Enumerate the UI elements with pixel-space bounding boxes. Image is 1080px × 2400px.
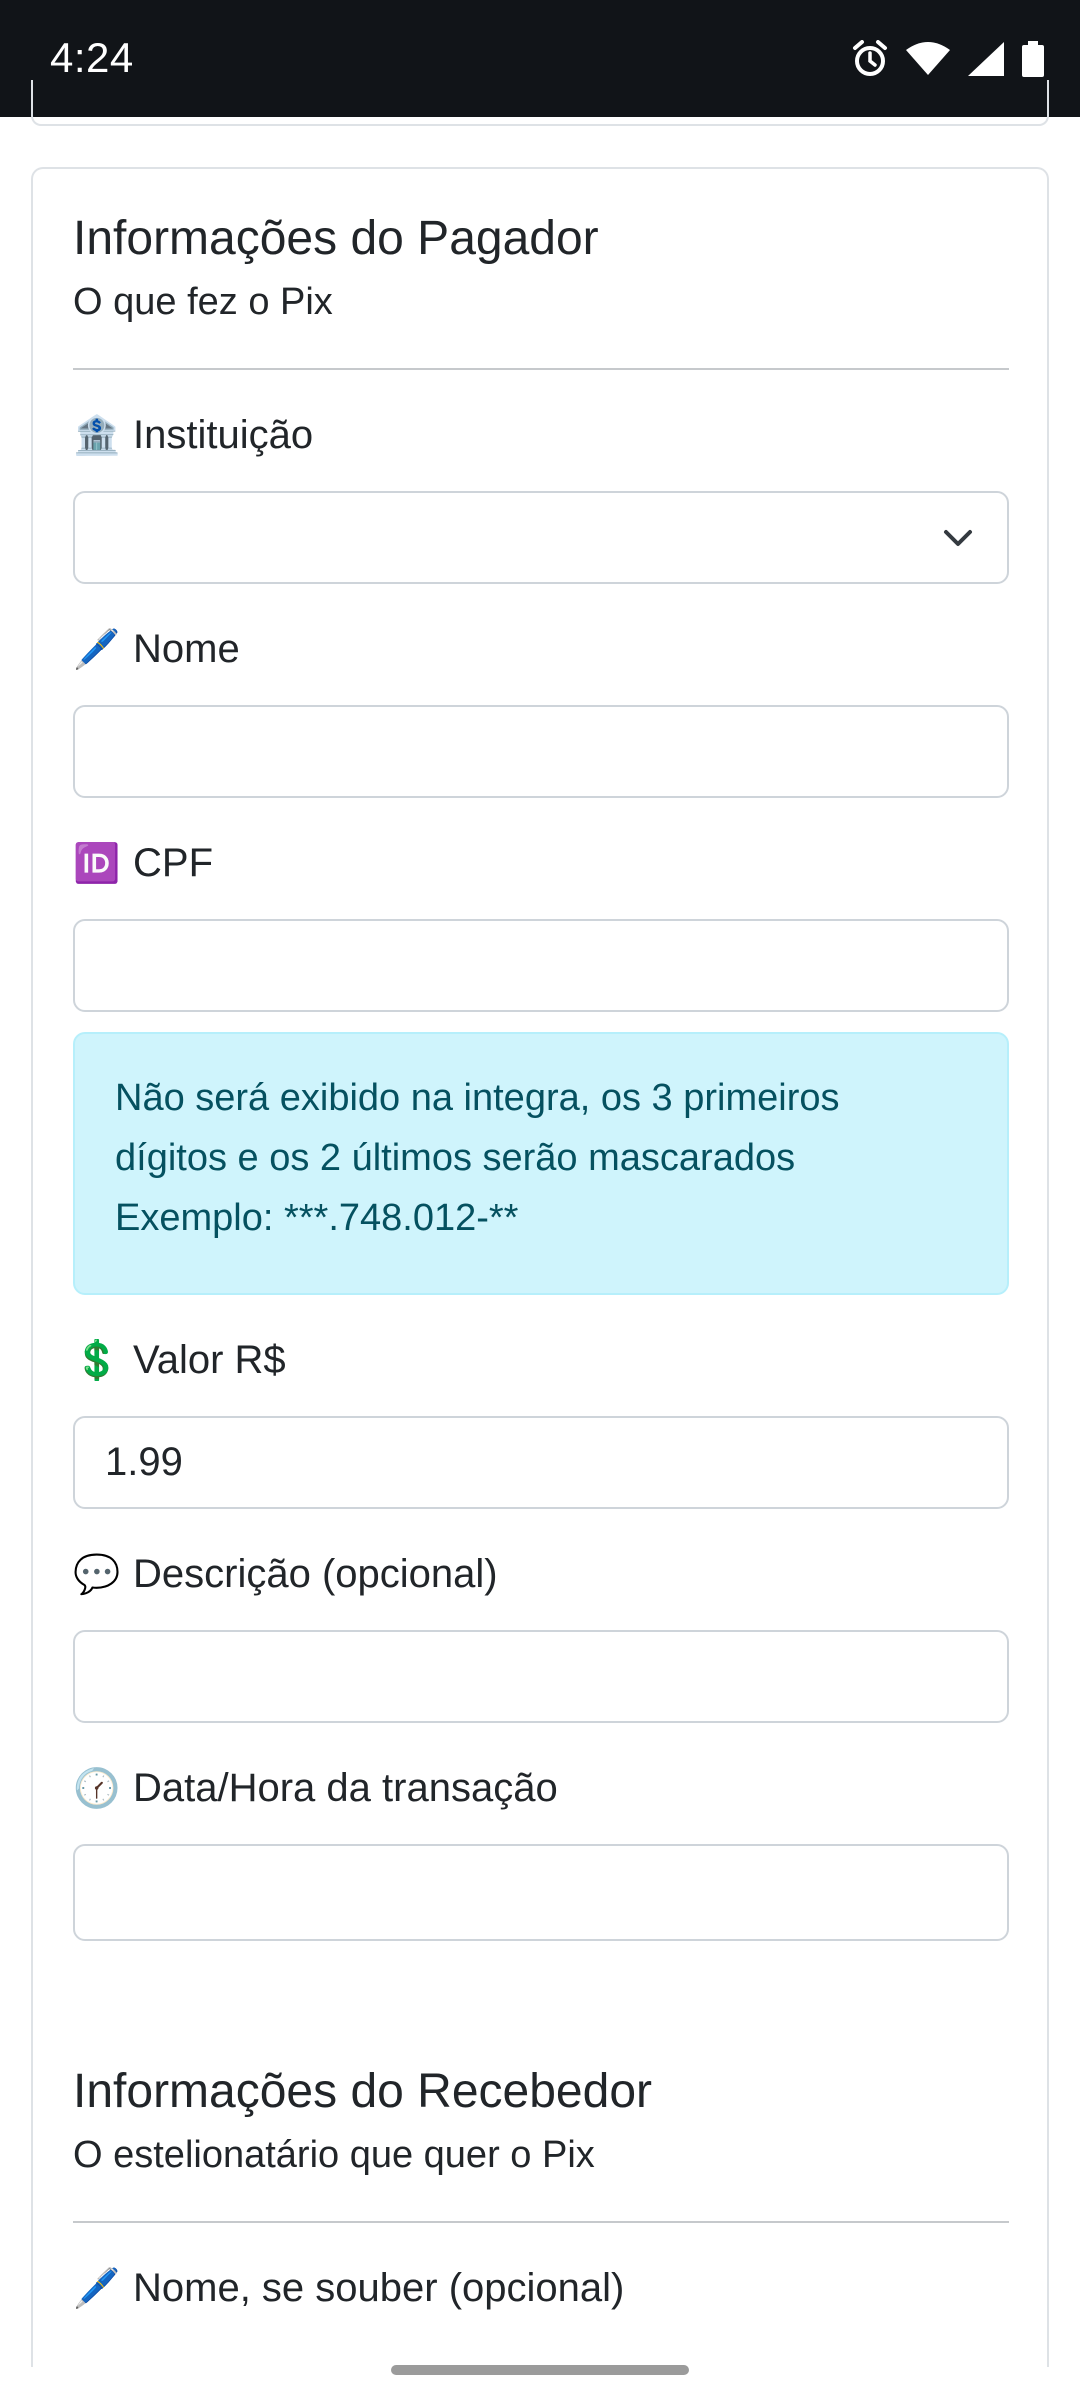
chevron-down-icon [944, 530, 972, 546]
pen-icon: 🖊️ [73, 628, 121, 671]
institution-select[interactable] [73, 491, 1009, 584]
cpf-notice-line-1: Não será exibido na integra, os 3 primei… [115, 1077, 840, 1119]
datetime-label: 🕜 Data/Hora da transação [73, 1766, 558, 1811]
cpf-info-alert: Não será exibido na integra, os 3 primei… [73, 1032, 1009, 1295]
speech-bubble-icon: 💬 [73, 1553, 121, 1596]
description-label-text: Descrição (opcional) [133, 1552, 498, 1596]
description-label: 💬 Descrição (opcional) [73, 1552, 498, 1597]
clock-icon: 🕜 [73, 1767, 121, 1810]
cell-signal-icon [968, 42, 1004, 76]
amount-label: 💲 Valor R$ [73, 1338, 286, 1383]
receiver-divider [73, 2221, 1009, 2223]
id-icon: 🆔 [73, 842, 121, 885]
form-card: Informações do Pagador O que fez o Pix 🏦… [31, 167, 1049, 2367]
receiver-name-label-text: Nome, se souber (opcional) [133, 2266, 625, 2310]
status-icons [852, 40, 1044, 78]
pen-icon: 🖊️ [73, 2267, 121, 2310]
amount-input[interactable] [73, 1416, 1009, 1509]
institution-label: 🏦 Instituição [73, 413, 313, 458]
battery-icon [1022, 41, 1044, 77]
cpf-notice-line-2: dígitos e os 2 últimos serão mascarados [115, 1137, 796, 1179]
datetime-label-text: Data/Hora da transação [133, 1766, 558, 1810]
payer-divider [73, 368, 1009, 370]
alarm-icon [853, 40, 887, 76]
cpf-input[interactable] [73, 919, 1009, 1012]
cpf-label-text: CPF [133, 841, 213, 885]
amount-label-text: Valor R$ [133, 1338, 286, 1382]
payer-section-subtitle: O que fez o Pix [73, 281, 333, 323]
cpf-notice-line-3: Exemplo: ***.748.012-** [115, 1197, 519, 1239]
payer-section-title: Informações do Pagador [73, 212, 599, 265]
name-label-text: Nome [133, 627, 240, 671]
receiver-section-title: Informações do Recebedor [73, 2065, 652, 2118]
previous-card-edge [31, 80, 1049, 126]
name-label: 🖊️ Nome [73, 627, 240, 672]
status-time: 4:24 [50, 34, 134, 81]
wifi-icon [906, 42, 950, 75]
institution-label-text: Instituição [133, 413, 314, 457]
receiver-section-subtitle: O estelionatário que quer o Pix [73, 2134, 595, 2176]
receiver-name-label: 🖊️ Nome, se souber (opcional) [73, 2266, 624, 2311]
datetime-input[interactable] [73, 1844, 1009, 1941]
bank-icon: 🏦 [73, 414, 121, 457]
name-input[interactable] [73, 705, 1009, 798]
dollar-icon: 💲 [73, 1339, 121, 1382]
gesture-nav-handle[interactable] [391, 2365, 689, 2375]
description-input[interactable] [73, 1630, 1009, 1723]
cpf-label: 🆔 CPF [73, 841, 213, 886]
